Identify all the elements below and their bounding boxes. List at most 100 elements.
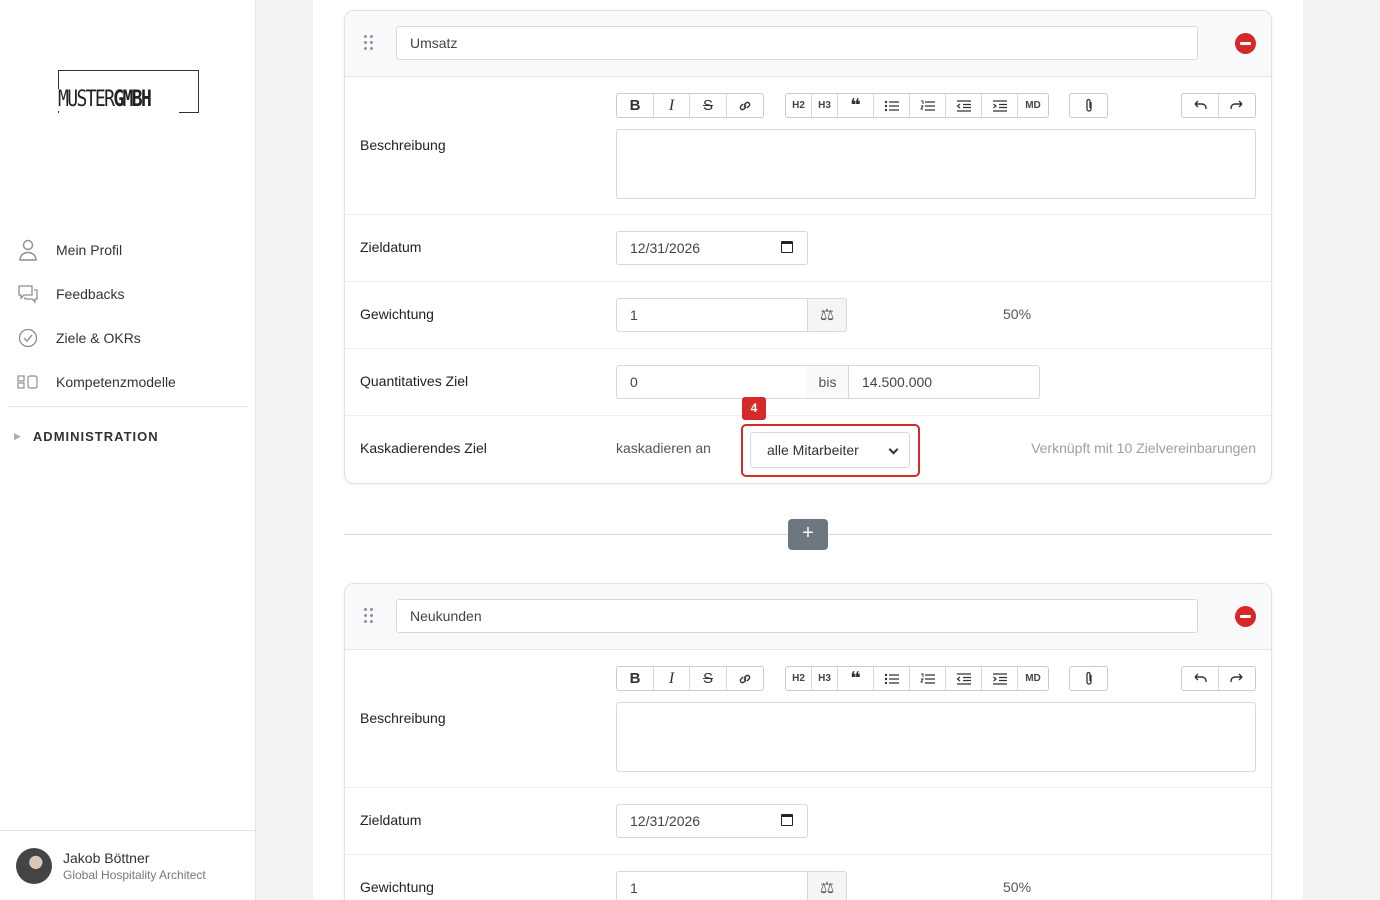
link-icon[interactable] bbox=[727, 667, 763, 690]
remove-goal-button[interactable] bbox=[1235, 33, 1256, 54]
drag-handle-icon[interactable] bbox=[364, 608, 376, 624]
avatar bbox=[16, 847, 52, 884]
annotation-badge: 4 bbox=[742, 397, 766, 420]
due-date-value: 12/31/2026 bbox=[630, 240, 701, 256]
description-editor[interactable] bbox=[616, 129, 1256, 199]
heading3-button[interactable]: H3 bbox=[812, 94, 838, 117]
outdent-icon[interactable] bbox=[946, 94, 982, 117]
redo-icon[interactable] bbox=[1219, 667, 1255, 690]
format-toolbar: B I S bbox=[616, 93, 764, 118]
italic-icon[interactable]: I bbox=[654, 667, 690, 690]
company-logo[interactable]: MUSTERGMBH bbox=[58, 70, 199, 113]
outdent-icon[interactable] bbox=[946, 667, 982, 690]
strikethrough-icon[interactable]: S bbox=[690, 667, 727, 690]
block-toolbar: H2 H3 ❝ MD bbox=[785, 93, 1049, 118]
history-toolbar bbox=[1181, 93, 1256, 118]
bullet-list-icon[interactable] bbox=[874, 667, 910, 690]
numbered-list-icon[interactable] bbox=[910, 667, 946, 690]
heading3-button[interactable]: H3 bbox=[812, 667, 838, 690]
goal-card-header: Neukunden bbox=[345, 584, 1271, 650]
due-date-input[interactable]: 12/31/2026 bbox=[616, 231, 808, 265]
heading2-button[interactable]: H2 bbox=[786, 667, 812, 690]
user-name: Jakob Böttner bbox=[63, 849, 150, 866]
weight-input[interactable]: 1 bbox=[616, 298, 808, 332]
heading2-button[interactable]: H2 bbox=[786, 94, 812, 117]
sidebar-item-label: Ziele & OKRs bbox=[56, 330, 141, 346]
cascade-select[interactable]: alle Mitarbeiter bbox=[750, 432, 910, 468]
weight-label: Gewichtung bbox=[360, 879, 434, 895]
calendar-icon[interactable] bbox=[781, 814, 793, 826]
strikethrough-icon[interactable]: S bbox=[690, 94, 727, 117]
user-profile[interactable]: Jakob Böttner Global Hospitality Archite… bbox=[0, 830, 255, 900]
quote-icon[interactable]: ❝ bbox=[838, 667, 874, 690]
calendar-icon[interactable] bbox=[781, 241, 793, 253]
due-date-row: Zieldatum 12/31/2026 bbox=[345, 215, 1271, 282]
remove-goal-button[interactable] bbox=[1235, 606, 1256, 627]
weight-percent: 50% bbox=[1003, 306, 1032, 322]
weight-input[interactable]: 1 bbox=[616, 871, 808, 900]
user-icon bbox=[17, 239, 39, 261]
sidebar-item-administration[interactable]: ▶ ADMINISTRATION bbox=[8, 407, 248, 465]
redo-icon[interactable] bbox=[1219, 94, 1255, 117]
sidebar-nav: Mein Profil Feedbacks Ziele & OKRs Kompe… bbox=[8, 228, 248, 465]
admin-label: ADMINISTRATION bbox=[32, 428, 159, 444]
description-row: Beschreibung B I S H2 H3 ❝ MD bbox=[345, 650, 1271, 788]
indent-icon[interactable] bbox=[982, 94, 1018, 117]
goal-card: Umsatz Beschreibung B I S H2 H3 ❝ MD Zie… bbox=[344, 10, 1272, 484]
weight-label: Gewichtung bbox=[360, 306, 434, 322]
weight-percent: 50% bbox=[1003, 879, 1032, 895]
chevron-down-icon bbox=[888, 444, 899, 455]
check-circle-icon bbox=[17, 327, 39, 349]
numbered-list-icon[interactable] bbox=[910, 94, 946, 117]
quant-from-input[interactable]: 0 bbox=[616, 365, 808, 399]
cascade-label: Kaskadierendes Ziel bbox=[360, 440, 487, 456]
user-role: Global Hospitality Architect bbox=[63, 867, 206, 882]
undo-icon[interactable] bbox=[1182, 667, 1219, 690]
description-editor[interactable] bbox=[616, 702, 1256, 772]
quant-row: Quantitatives Ziel 0 bis 14.500.000 bbox=[345, 349, 1271, 416]
paperclip-icon[interactable] bbox=[1070, 94, 1107, 117]
history-toolbar bbox=[1181, 666, 1256, 691]
description-row: Beschreibung B I S H2 H3 ❝ MD bbox=[345, 77, 1271, 215]
sidebar-item-feedbacks[interactable]: Feedbacks bbox=[8, 272, 248, 316]
block-toolbar: H2 H3 ❝ MD bbox=[785, 666, 1049, 691]
indent-icon[interactable] bbox=[982, 667, 1018, 690]
description-label: Beschreibung bbox=[360, 710, 446, 726]
logo-text-muster: MUSTER bbox=[58, 87, 115, 112]
undo-icon[interactable] bbox=[1182, 94, 1219, 117]
bullet-list-icon[interactable] bbox=[874, 94, 910, 117]
cascade-to-label: kaskadieren an bbox=[616, 440, 711, 456]
logo-text-gmbh: GMBH bbox=[113, 87, 152, 112]
sidebar-item-label: Mein Profil bbox=[56, 242, 123, 258]
quant-separator: bis bbox=[807, 365, 848, 399]
cascade-row: Kaskadierendes Ziel kaskadieren an alle … bbox=[345, 416, 1271, 483]
goal-title-input[interactable]: Umsatz bbox=[396, 26, 1198, 60]
sidebar-item-ziele-okrs[interactable]: Ziele & OKRs bbox=[8, 316, 248, 360]
due-date-value: 12/31/2026 bbox=[630, 813, 701, 829]
bold-icon[interactable]: B bbox=[617, 94, 654, 117]
markdown-button[interactable]: MD bbox=[1018, 667, 1048, 690]
chat-bubbles-icon bbox=[17, 283, 39, 305]
sidebar-item-mein-profil[interactable]: Mein Profil bbox=[8, 228, 248, 272]
due-date-label: Zieldatum bbox=[360, 239, 422, 255]
attachment-toolbar bbox=[1069, 666, 1108, 691]
balance-scale-icon[interactable]: ⚖ bbox=[807, 298, 847, 332]
sidebar-item-kompetenzmodelle[interactable]: Kompetenzmodelle bbox=[8, 360, 248, 404]
balance-scale-icon[interactable]: ⚖ bbox=[807, 871, 847, 900]
link-icon[interactable] bbox=[727, 94, 763, 117]
sidebar: MUSTERGMBH Mein Profil Feedbacks Ziele &… bbox=[0, 0, 256, 900]
paperclip-icon[interactable] bbox=[1070, 667, 1107, 690]
quote-icon[interactable]: ❝ bbox=[838, 94, 874, 117]
add-goal-button[interactable]: + bbox=[788, 519, 828, 550]
quant-label: Quantitatives Ziel bbox=[360, 373, 469, 389]
due-date-row: Zieldatum 12/31/2026 bbox=[345, 788, 1271, 855]
italic-icon[interactable]: I bbox=[654, 94, 690, 117]
due-date-input[interactable]: 12/31/2026 bbox=[616, 804, 808, 838]
bold-icon[interactable]: B bbox=[617, 667, 654, 690]
drag-handle-icon[interactable] bbox=[364, 35, 376, 51]
description-label: Beschreibung bbox=[360, 137, 446, 153]
sidebar-item-label: Kompetenzmodelle bbox=[56, 374, 176, 390]
markdown-button[interactable]: MD bbox=[1018, 94, 1048, 117]
quant-to-input[interactable]: 14.500.000 bbox=[848, 365, 1040, 399]
goal-title-input[interactable]: Neukunden bbox=[396, 599, 1198, 633]
